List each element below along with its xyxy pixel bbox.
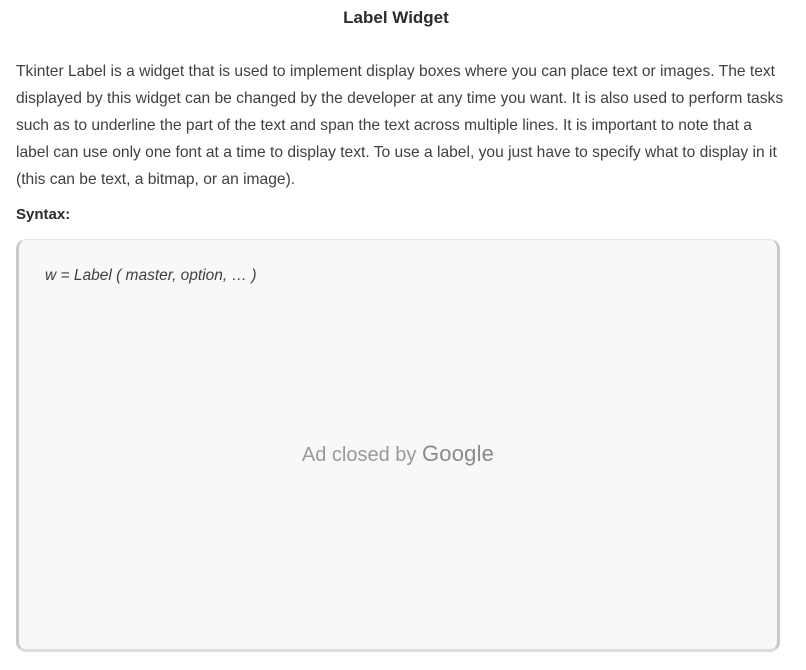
google-logo: Google xyxy=(421,441,495,466)
syntax-code: w = Label ( master, option, … ) xyxy=(45,267,257,284)
ad-closed-text: Ad closed by xyxy=(301,444,417,466)
syntax-label: Syntax: xyxy=(16,206,71,223)
code-block: w = Label ( master, option, … ) Ad close… xyxy=(16,239,780,652)
section-heading: Label Widget xyxy=(343,8,449,27)
description-paragraph: Tkinter Label is a widget that is used t… xyxy=(16,63,784,188)
ad-closed-notice: Ad closed by Google xyxy=(19,440,777,469)
